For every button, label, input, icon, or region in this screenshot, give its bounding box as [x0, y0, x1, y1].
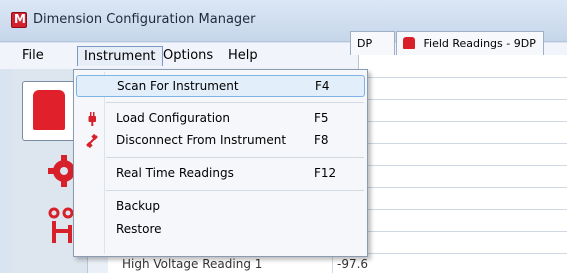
menu-help[interactable]: Help [222, 46, 264, 66]
menu-item-scan[interactable]: Scan For Instrument F4 [76, 75, 365, 97]
grid-divider [359, 231, 567, 232]
grid-divider [359, 165, 567, 166]
menu-item-backup[interactable]: Backup [76, 196, 365, 218]
menu-item-load-label: Load Configuration [116, 111, 230, 125]
menu-item-load-configuration[interactable]: Load Configuration F5 [76, 108, 365, 130]
tab-partial[interactable]: DP [350, 31, 395, 55]
app-window: Dimension Configuration Manager File Ins… [0, 0, 567, 273]
menu-separator [106, 157, 364, 158]
menu-item-backup-label: Backup [116, 199, 160, 213]
window-title: Dimension Configuration Manager [33, 12, 256, 27]
grid-divider [359, 77, 567, 78]
field-readings-icon [403, 37, 415, 49]
menu-instrument-label: Instrument [84, 49, 156, 64]
menu-item-scan-label: Scan For Instrument [117, 79, 239, 93]
instrument-icon [33, 90, 65, 130]
menu-item-disconnect-label: Disconnect From Instrument [116, 133, 287, 147]
plug-icon [88, 112, 96, 126]
grid-divider [359, 121, 567, 122]
menu-item-restore-label: Restore [116, 222, 162, 236]
menu-item-restore[interactable]: Restore [76, 219, 365, 241]
disconnect-icon [86, 133, 98, 149]
tab-field-readings[interactable]: Field Readings - 9DP [396, 31, 544, 55]
menu-file-label: File [22, 48, 44, 63]
tab-field-readings-label: Field Readings - 9DP [423, 37, 536, 50]
grid-divider [359, 187, 567, 188]
menu-separator [106, 102, 364, 103]
menu-item-load-shortcut: F5 [314, 111, 329, 125]
menu-options[interactable]: Options [157, 46, 219, 66]
grid-divider [359, 99, 567, 100]
menu-item-scan-shortcut: F4 [315, 79, 330, 93]
menu-file[interactable]: File [16, 46, 50, 66]
tab-partial-label: DP [357, 37, 373, 50]
menu-help-label: Help [228, 48, 258, 63]
menu-item-real-time-readings[interactable]: Real Time Readings F12 [76, 163, 365, 185]
menu-instrument[interactable]: Instrument [77, 46, 163, 66]
menu-options-label: Options [163, 48, 214, 63]
menu-item-disconnect-shortcut: F8 [314, 133, 329, 147]
grid-divider [359, 143, 567, 144]
readings-grid [358, 55, 567, 273]
menu-item-disconnect[interactable]: Disconnect From Instrument F8 [76, 130, 365, 152]
instrument-dropdown-menu: Scan For Instrument F4 Load Configuratio… [73, 69, 368, 257]
grid-divider [359, 209, 567, 210]
app-logo-icon [11, 12, 27, 28]
menu-item-realtime-shortcut: F12 [314, 166, 337, 180]
row-value: -97.6 [332, 257, 368, 273]
menu-item-realtime-label: Real Time Readings [116, 166, 234, 180]
menu-separator [106, 190, 364, 191]
row-label: High Voltage Reading 1 [122, 257, 263, 271]
